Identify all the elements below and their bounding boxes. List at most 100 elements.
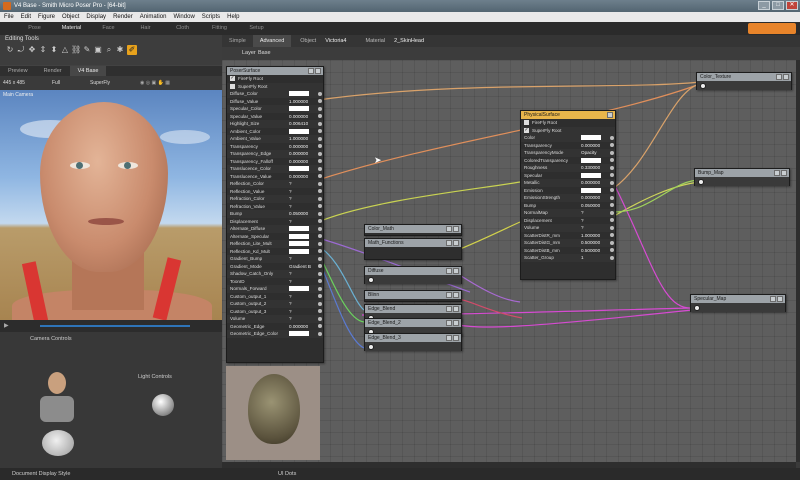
input-plug[interactable] <box>318 309 322 313</box>
diffuse-node[interactable]: Diffuse <box>364 266 462 284</box>
param-value[interactable]: ? <box>289 203 292 211</box>
node-param-row[interactable]: Transparency_Edge 0.000000 <box>227 150 323 158</box>
bump-map-node[interactable]: Bump_Map <box>694 168 790 186</box>
input-plug[interactable] <box>318 264 322 268</box>
node-param-row[interactable]: ScatterDistB_mm 0.500000 <box>521 247 615 255</box>
color-swatch[interactable] <box>289 91 309 96</box>
color-math-node[interactable]: Color_Math <box>364 224 462 236</box>
input-plug[interactable] <box>610 210 614 215</box>
param-value[interactable]: 0.050000 <box>581 202 600 210</box>
node-param-row[interactable]: Refraction_Color? <box>227 195 323 203</box>
light-controls-header[interactable]: Light Controls <box>138 374 172 380</box>
param-value[interactable]: 0.000000 <box>289 143 308 151</box>
node-param-row[interactable]: Alternate_Diffuse <box>227 225 323 233</box>
param-value[interactable]: Gradient B <box>289 263 311 271</box>
color-swatch[interactable] <box>289 128 309 134</box>
input-plug[interactable] <box>318 204 322 208</box>
param-value[interactable]: 0.000000 <box>581 194 600 202</box>
node-param-row[interactable]: Scatter_Group 1 <box>521 254 615 262</box>
superfly-root-flag[interactable]: SuperFly Root <box>227 82 323 90</box>
input-plug[interactable] <box>318 256 322 261</box>
node-param-row[interactable]: Bump 0.050000 <box>521 202 615 210</box>
camera-head-icon[interactable] <box>48 372 66 394</box>
node-param-row[interactable]: Transparency 0.000000 <box>521 142 615 150</box>
node-param-row[interactable]: Diffuse_Color <box>227 90 323 98</box>
input-plug[interactable] <box>610 255 614 260</box>
input-plug[interactable] <box>610 165 614 170</box>
specular-map-node[interactable]: Specular_Map <box>690 294 786 312</box>
param-value[interactable]: 0.000000 <box>289 323 308 331</box>
node-param-row[interactable]: Reflection_Kd_Mult <box>227 248 323 256</box>
input-plug[interactable] <box>610 158 614 162</box>
node-param-row[interactable]: Translucence_Color <box>227 165 323 173</box>
node-param-row[interactable]: Specular <box>521 172 615 180</box>
menu-edit[interactable]: Edit <box>21 12 31 22</box>
output-plug[interactable] <box>368 343 374 350</box>
node-param-row[interactable]: Displacement? <box>227 218 323 226</box>
node-param-row[interactable]: Specular_Value 0.000000 <box>227 113 323 121</box>
param-value[interactable]: ? <box>289 255 292 263</box>
param-value[interactable]: ? <box>581 209 584 217</box>
timeline-slider[interactable] <box>40 325 190 327</box>
param-value[interactable]: 0.000000 <box>581 142 600 150</box>
input-plug[interactable] <box>610 218 614 222</box>
poser-surface-node[interactable]: PoserSurface ✓ FireFly Root SuperFly Root… <box>226 66 324 363</box>
superfly-root-flag[interactable]: ✓ SuperFly Root <box>521 126 615 134</box>
minimize-button[interactable]: _ <box>758 1 770 10</box>
room-tab-setup[interactable]: Setup <box>238 22 275 35</box>
input-plug[interactable] <box>610 225 614 230</box>
input-plug[interactable] <box>318 189 322 193</box>
param-value[interactable]: Opacity <box>581 149 597 157</box>
input-plug[interactable] <box>318 174 322 178</box>
node-param-row[interactable]: Shadow_Catch_Only? <box>227 270 323 278</box>
node-param-row[interactable]: Translucence_Value 0.000000 <box>227 173 323 181</box>
room-tab-pose[interactable]: Pose <box>16 22 53 35</box>
node-param-row[interactable]: Volume? <box>227 315 323 323</box>
graph-horizontal-scrollbar[interactable] <box>222 462 796 468</box>
node-param-row[interactable]: Normals_Forward <box>227 285 323 293</box>
node-param-row[interactable]: ColoredTransparency <box>521 157 615 165</box>
node-param-row[interactable]: Transparency 0.000000 <box>227 143 323 151</box>
input-plug[interactable] <box>318 234 322 238</box>
input-plug[interactable] <box>610 180 614 185</box>
node-param-row[interactable]: Gradient_Mode Gradient B <box>227 263 323 271</box>
3d-viewport[interactable]: Main Camera <box>0 90 222 320</box>
input-plug[interactable] <box>318 129 322 133</box>
param-value[interactable]: 1.000000 <box>289 98 308 106</box>
node-param-row[interactable]: Custom_output_1? <box>227 293 323 301</box>
param-value[interactable]: 0.000000 <box>581 179 600 187</box>
menu-file[interactable]: File <box>4 12 14 22</box>
input-plug[interactable] <box>318 211 322 216</box>
param-value[interactable]: ? <box>289 270 292 278</box>
param-value[interactable]: ? <box>289 188 292 196</box>
node-param-row[interactable]: ToonID? <box>227 278 323 286</box>
node-param-row[interactable]: Reflection_Value? <box>227 188 323 196</box>
renderer-select[interactable]: SuperFly <box>90 76 110 90</box>
param-value[interactable]: ? <box>289 308 292 316</box>
material-select[interactable]: 2_SkinHead <box>388 35 430 47</box>
node-param-row[interactable]: Alternate_Specular <box>227 233 323 241</box>
node-param-row[interactable]: Transparency_Falloff 0.000000 <box>227 158 323 166</box>
output-plug[interactable] <box>694 304 700 311</box>
menu-display[interactable]: Display <box>86 12 106 22</box>
translate-in-out-icon[interactable]: ⇕ <box>38 45 48 55</box>
tab-simple[interactable]: Simple <box>222 35 253 47</box>
chain-break-icon[interactable]: ⛓ <box>71 45 81 55</box>
param-value[interactable]: ? <box>289 315 292 323</box>
eyedropper-icon[interactable]: ✐ <box>127 45 137 55</box>
node-param-row[interactable]: Emission <box>521 187 615 195</box>
graph-vertical-scrollbar[interactable] <box>796 60 800 462</box>
node-param-row[interactable]: Custom_output_3? <box>227 308 323 316</box>
room-tab-material[interactable]: Material <box>53 22 90 35</box>
tab-advanced[interactable]: Advanced <box>252 35 292 47</box>
input-plug[interactable] <box>318 279 322 283</box>
color-swatch[interactable] <box>581 187 601 193</box>
input-plug[interactable] <box>318 331 322 336</box>
input-plug[interactable] <box>610 135 614 140</box>
render-button[interactable] <box>748 23 796 34</box>
node-param-row[interactable]: Reflection_Lite_Mult <box>227 240 323 248</box>
scale-icon[interactable]: ⬍ <box>49 45 59 55</box>
firefly-root-flag[interactable]: ✓ FireFly Root <box>227 75 323 83</box>
menu-animation[interactable]: Animation <box>140 12 167 22</box>
room-tab-cloth[interactable]: Cloth <box>164 22 201 35</box>
